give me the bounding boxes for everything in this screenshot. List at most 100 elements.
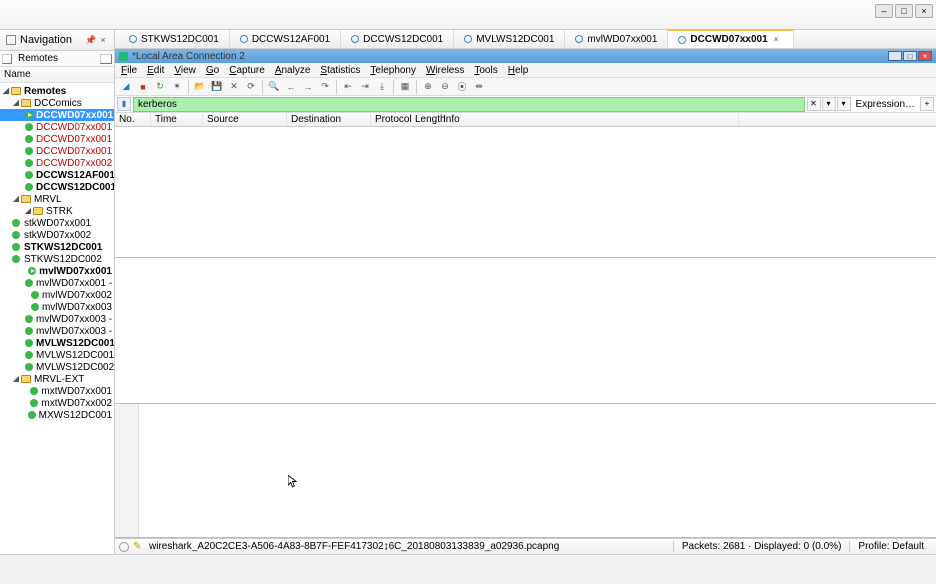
filter-clear-icon[interactable]: ✕ — [807, 97, 821, 111]
packet-list-header[interactable]: No.TimeSourceDestinationProtocolLengthIn… — [115, 113, 936, 127]
restart-capture-icon[interactable]: ↻ — [153, 80, 167, 94]
tree-item[interactable]: DCCWS12DC001 — [0, 181, 114, 193]
tree-item[interactable]: DCCWD07xx001 - Simple… — [0, 145, 114, 157]
twisty-icon[interactable]: ◢ — [12, 99, 20, 107]
twisty-icon[interactable]: ◢ — [24, 207, 32, 215]
menu-go[interactable]: Go — [206, 65, 219, 76]
inner-close[interactable]: × — [918, 51, 932, 61]
twisty-icon[interactable] — [24, 267, 27, 275]
packet-list-pane[interactable] — [115, 127, 936, 258]
menu-capture[interactable]: Capture — [229, 65, 265, 76]
tree-item[interactable]: mvlWD07xx001 - artem — [0, 277, 114, 289]
tree-item[interactable]: mvlWD07xx003 - Copy — [0, 313, 114, 325]
zoom-in-icon[interactable]: ⊕ — [421, 80, 435, 94]
packet-bytes-pane[interactable] — [115, 404, 936, 538]
zoom-reset-icon[interactable]: ⦿ — [455, 80, 469, 94]
column-header[interactable]: Length — [411, 113, 439, 126]
status-edit-icon[interactable]: ✎ — [133, 542, 143, 552]
filter-chevron-icon[interactable] — [100, 54, 112, 64]
twisty-icon[interactable]: ◢ — [12, 375, 20, 383]
twisty-icon[interactable] — [24, 411, 27, 419]
save-icon[interactable]: 💾 — [210, 80, 224, 94]
tree-item[interactable]: MVLWS12DC001 — [0, 337, 114, 349]
goto-icon[interactable]: ↷ — [318, 80, 332, 94]
filter-apply-icon[interactable]: ▾ — [822, 97, 836, 111]
tree-item[interactable]: mxtWD07xx001 — [0, 385, 114, 397]
tab-close-icon[interactable]: × — [774, 35, 783, 44]
menu-tools[interactable]: Tools — [474, 65, 497, 76]
window-minimize[interactable]: – — [875, 4, 893, 18]
reload-icon[interactable]: ⟳ — [244, 80, 258, 94]
menu-file[interactable]: File — [121, 65, 137, 76]
column-header[interactable]: Time — [151, 113, 203, 126]
expression-button[interactable]: Expression… — [852, 99, 919, 110]
tree-item[interactable]: STKWS12DC002 — [0, 253, 114, 265]
tree-folder[interactable]: ◢STRK — [0, 205, 114, 217]
tree-item[interactable]: STKWS12DC001 — [0, 241, 114, 253]
twisty-icon[interactable] — [2, 231, 10, 239]
menu-edit[interactable]: Edit — [147, 65, 164, 76]
tree-item[interactable]: mvlWD07xx002 — [0, 289, 114, 301]
nav-column-header[interactable]: Name — [0, 67, 114, 83]
status-profile[interactable]: Profile: Default — [849, 541, 932, 552]
column-header[interactable]: Protocol — [371, 113, 411, 126]
session-tab[interactable]: DCCWD07xx001× — [668, 29, 793, 48]
tree-item[interactable]: MVLWS12DC001 - long user — [0, 349, 114, 361]
session-tab[interactable]: STKWS12DC001 — [119, 30, 230, 48]
pin-icon[interactable]: 📌 — [85, 35, 95, 45]
last-icon[interactable]: ⇥ — [358, 80, 372, 94]
display-filter-input[interactable] — [133, 97, 805, 112]
start-capture-icon[interactable]: ◢ — [119, 80, 133, 94]
twisty-icon[interactable]: ◢ — [2, 87, 10, 95]
tree-folder[interactable]: ◢MRVL-EXT — [0, 373, 114, 385]
column-header[interactable]: Info — [439, 113, 739, 126]
colorize-icon[interactable]: ▦ — [398, 80, 412, 94]
menu-view[interactable]: View — [174, 65, 196, 76]
filter-label[interactable]: Remotes — [14, 51, 98, 66]
status-expert-icon[interactable] — [119, 542, 129, 552]
session-tab[interactable]: DCCWS12DC001 — [341, 30, 454, 48]
prev-icon[interactable]: ← — [284, 80, 298, 94]
tree-item[interactable]: DCCWD07xx001 - Artem — [0, 121, 114, 133]
twisty-icon[interactable] — [2, 255, 10, 263]
tree-item[interactable]: MVLWS12DC002 — [0, 361, 114, 373]
resize-cols-icon[interactable]: ⇹ — [472, 80, 486, 94]
find-icon[interactable]: 🔍 — [267, 80, 281, 94]
filter-recent-icon[interactable]: ▾ — [837, 97, 851, 111]
nav-tree[interactable]: ◢Remotes◢DCComicsDCCWD07xx001DCCWD07xx00… — [0, 83, 114, 554]
next-icon[interactable]: → — [301, 80, 315, 94]
tree-item[interactable]: stkWD07xx001 — [0, 217, 114, 229]
tree-item[interactable]: DCCWD07xx001 — [0, 109, 114, 121]
capture-titlebar[interactable]: *Local Area Connection 2 _ □ × — [115, 49, 936, 63]
column-header[interactable]: Destination — [287, 113, 371, 126]
tree-item[interactable]: MXWS12DC001 — [0, 409, 114, 421]
filter-dropdown-icon[interactable] — [2, 54, 12, 64]
twisty-icon[interactable] — [2, 219, 10, 227]
inner-maximize[interactable]: □ — [903, 51, 917, 61]
twisty-icon[interactable] — [24, 399, 29, 407]
first-icon[interactable]: ⇤ — [341, 80, 355, 94]
menu-telephony[interactable]: Telephony — [370, 65, 416, 76]
menu-wireless[interactable]: Wireless — [426, 65, 464, 76]
stop-capture-icon[interactable]: ■ — [136, 80, 150, 94]
tree-item[interactable]: DCCWD07xx001 - Badgu… — [0, 133, 114, 145]
filter-add-icon[interactable]: + — [920, 97, 934, 111]
open-icon[interactable]: 📂 — [193, 80, 207, 94]
twisty-icon[interactable] — [24, 387, 29, 395]
menu-help[interactable]: Help — [508, 65, 529, 76]
session-tab[interactable]: DCCWS12AF001 — [230, 30, 341, 48]
inner-minimize[interactable]: _ — [888, 51, 902, 61]
tree-item[interactable]: DCCWS12AF001 — [0, 169, 114, 181]
tree-item[interactable]: mvlWD07xx003 — [0, 301, 114, 313]
twisty-icon[interactable] — [24, 291, 30, 299]
twisty-icon[interactable]: ◢ — [12, 195, 20, 203]
close-file-icon[interactable]: ✕ — [227, 80, 241, 94]
nav-close-icon[interactable]: × — [98, 35, 108, 45]
tree-item[interactable]: mvlWD07xx001 — [0, 265, 114, 277]
twisty-icon[interactable] — [24, 303, 30, 311]
tree-item[interactable]: DCCWD07xx002 - baseline — [0, 157, 114, 169]
window-close[interactable]: × — [915, 4, 933, 18]
column-header[interactable]: Source — [203, 113, 287, 126]
tree-item[interactable]: mvlWD07xx003 - Copy - … — [0, 325, 114, 337]
session-tab[interactable]: mvlWD07xx001 — [565, 30, 668, 48]
